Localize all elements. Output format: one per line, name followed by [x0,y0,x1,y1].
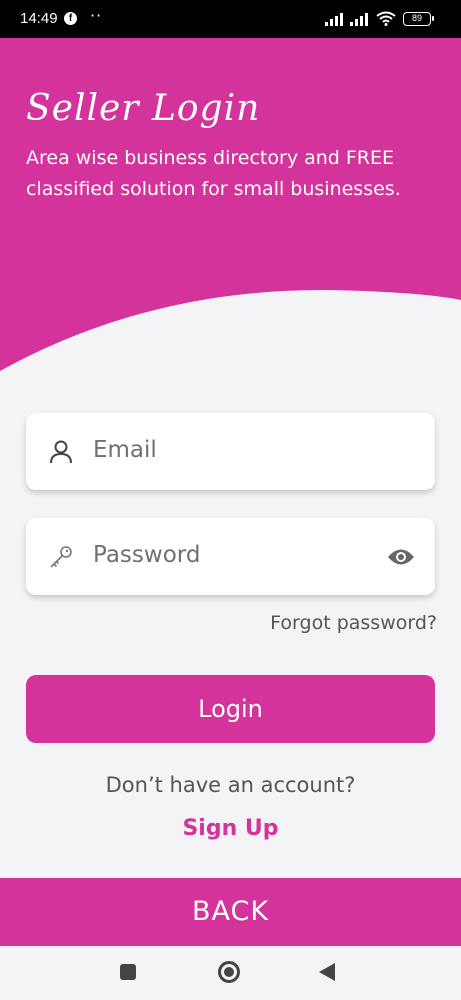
recent-apps-icon[interactable] [120,964,136,980]
home-icon[interactable] [218,961,240,983]
back-button[interactable]: BACK [0,878,461,946]
battery-icon: 89 [403,12,434,26]
status-bar: 14:49 f ·· 89 [0,0,461,38]
password-field[interactable]: Password [26,518,435,595]
more-notifications-icon: ·· [90,6,103,25]
system-nav-bar [0,946,461,1000]
page-title: Seller Login [26,88,261,129]
wifi-icon [376,11,396,26]
forgot-password-link[interactable]: Forgot password? [270,612,437,634]
signal-icon [325,13,343,26]
login-button[interactable]: Login [26,675,435,743]
signal-icon-2 [350,13,368,26]
facebook-icon: f [64,12,77,25]
sign-up-link[interactable]: Sign Up [0,816,461,841]
key-icon [50,546,72,568]
user-icon [50,440,72,464]
password-input[interactable]: Password [93,542,200,568]
email-field[interactable]: Email [26,413,435,490]
email-input[interactable]: Email [93,437,157,463]
header: Seller Login Area wise business director… [0,38,461,388]
eye-icon[interactable] [387,546,415,568]
status-time: 14:49 [20,10,58,27]
page-subtitle: Area wise business directory and FREE cl… [26,147,401,200]
back-nav-icon[interactable] [319,963,335,981]
no-account-text: Don’t have an account? [105,773,356,797]
